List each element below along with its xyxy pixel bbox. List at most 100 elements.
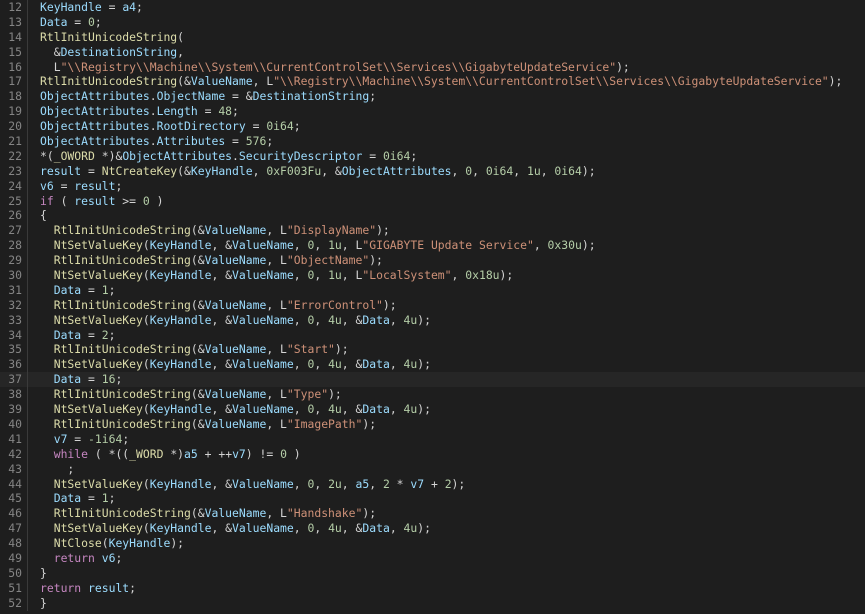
code-token: , L <box>266 253 287 268</box>
code-line[interactable]: 45 Data = 1; <box>0 491 865 507</box>
code-token: RtlInitUnicodeString <box>53 342 191 357</box>
code-text: RtlInitUnicodeString(&ValueName, L"Start… <box>40 342 349 357</box>
code-line[interactable]: 52} <box>0 595 865 611</box>
code-line[interactable]: 18 ObjectAttributes.ObjectName = &Destina… <box>0 89 865 105</box>
code-token: v7 <box>53 431 68 446</box>
code-line[interactable]: 51 return result; <box>0 580 865 596</box>
code-token: ) != <box>245 446 281 461</box>
code-token: = <box>197 104 219 119</box>
code-token: , <box>533 238 548 253</box>
code-line[interactable]: 14 RtlInitUnicodeString( <box>0 29 865 45</box>
gutter-guide <box>27 0 28 15</box>
gutter-guide <box>27 29 28 45</box>
code-line[interactable]: 17 RtlInitUnicodeString(&ValueName, L"\\R… <box>0 74 865 90</box>
code-line[interactable]: 35 RtlInitUnicodeString(&ValueName, L"St… <box>0 342 865 358</box>
line-number: 20 <box>8 119 22 134</box>
code-line[interactable]: 50} <box>0 565 865 581</box>
code-token: DestinationString <box>60 44 178 59</box>
code-line[interactable]: 31 Data = 1; <box>0 282 865 298</box>
code-token: , & <box>321 163 342 178</box>
code-line[interactable]: 12 KeyHandle = a4; <box>0 0 865 15</box>
code-token: ); <box>362 506 377 521</box>
code-token: . <box>149 134 157 149</box>
code-line[interactable]: 47 NtSetValueKey(KeyHandle, &ValueName, … <box>0 521 865 537</box>
code-token: 0 <box>280 446 287 461</box>
code-token: (& <box>190 297 205 312</box>
code-line[interactable]: 46 RtlInitUnicodeString(&ValueName, L"Ha… <box>0 506 865 522</box>
code-line[interactable]: 21 ObjectAttributes.Attributes = 576; <box>0 134 865 149</box>
code-line[interactable]: 44 NtSetValueKey(KeyHandle, &ValueName, … <box>0 476 865 492</box>
line-number: 48 <box>8 536 22 551</box>
code-line[interactable]: 37 Data = 16; <box>0 372 865 388</box>
line-number: 51 <box>8 580 22 595</box>
code-token: 1u <box>526 163 541 178</box>
code-line[interactable]: 38 RtlInitUnicodeString(&ValueName, L"Ty… <box>0 387 865 403</box>
code-token: } <box>40 565 47 580</box>
code-editor[interactable]: 12 KeyHandle = a4; 13 Data = 0; 14 RtlInitUni… <box>0 0 865 614</box>
code-line[interactable]: 23 result = NtCreateKey(&KeyHandle, 0xF00… <box>0 163 865 179</box>
code-line[interactable]: 32 RtlInitUnicodeString(&ValueName, L"Er… <box>0 297 865 313</box>
code-token: 2u <box>328 476 342 491</box>
code-token: , & <box>211 357 233 372</box>
code-token: RtlInitUnicodeString <box>53 416 191 431</box>
code-text: Data = 16; <box>40 372 123 387</box>
code-token: ; <box>129 580 137 595</box>
code-token: 1 <box>101 491 109 506</box>
code-token: ValueName <box>232 476 294 491</box>
code-line[interactable]: 19 ObjectAttributes.Length = 48; <box>0 104 865 120</box>
code-line[interactable]: 33 NtSetValueKey(KeyHandle, &ValueName, … <box>0 312 865 328</box>
code-token: "Type" <box>286 387 329 402</box>
code-line[interactable]: 30 NtSetValueKey(KeyHandle, &ValueName, … <box>0 268 865 283</box>
code-line[interactable]: 25 if ( result >= 0 ) <box>0 193 865 209</box>
code-token: NtCreateKey <box>101 163 178 178</box>
code-line[interactable]: 26 { <box>0 208 865 224</box>
code-token: , L <box>266 506 287 521</box>
line-number: 50 <box>8 565 22 580</box>
code-token: KeyHandle <box>149 268 212 283</box>
gutter-guide <box>27 312 28 328</box>
code-line[interactable]: 16 L"\\Registry\\Machine\\System\\Curren… <box>0 59 865 75</box>
code-line[interactable]: 42 while ( *((_WORD *)a5 + ++v7) != 0 ) <box>0 446 865 462</box>
code-token: "Start" <box>286 342 335 357</box>
code-line[interactable]: 36 NtSetValueKey(KeyHandle, &ValueName, … <box>0 357 865 373</box>
code-token: Data <box>362 357 390 372</box>
code-token: a4 <box>122 0 137 14</box>
code-line[interactable]: 24 v6 = result; <box>0 178 865 194</box>
code-line[interactable]: 49 return v6; <box>0 550 865 566</box>
code-token: ( <box>142 476 150 491</box>
code-line[interactable]: 28 NtSetValueKey(KeyHandle, &ValueName, … <box>0 238 865 254</box>
code-token: . <box>232 148 239 163</box>
code-token: ValueName <box>204 253 267 268</box>
code-line[interactable]: 40 RtlInitUnicodeString(&ValueName, L"Im… <box>0 416 865 432</box>
code-token: , L <box>341 238 363 253</box>
code-line[interactable]: 41 v7 = -1i64; <box>0 431 865 447</box>
code-token: = <box>101 0 123 14</box>
code-line[interactable]: 43 ; <box>0 461 865 477</box>
code-token: 576 <box>245 134 267 149</box>
code-token: NtSetValueKey <box>53 312 143 327</box>
code-line[interactable]: 22 *(_OWORD *)&ObjectAttributes.SecurityD… <box>0 148 865 164</box>
gutter-guide <box>27 431 28 447</box>
code-line[interactable]: 27 RtlInitUnicodeString(&ValueName, L"Di… <box>0 223 865 239</box>
code-token: ObjectAttributes <box>40 104 150 119</box>
code-line[interactable]: 13 Data = 0; <box>0 14 865 30</box>
code-line[interactable]: 29 RtlInitUnicodeString(&ValueName, L"Ob… <box>0 253 865 269</box>
line-number: 14 <box>8 29 22 44</box>
code-line[interactable]: 34 Data = 2; <box>0 327 865 343</box>
code-line[interactable]: 39 NtSetValueKey(KeyHandle, &ValueName, … <box>0 402 865 417</box>
code-line[interactable]: 20 ObjectAttributes.RootDirectory = 0i64; <box>0 119 865 135</box>
code-token: , L <box>266 342 287 357</box>
code-line[interactable]: 48 NtClose(KeyHandle); <box>0 536 865 551</box>
code-token: ValueName <box>204 342 267 357</box>
gutter-guide <box>27 506 28 522</box>
code-text: while ( *((_WORD *)a5 + ++v7) != 0 ) <box>40 447 301 462</box>
code-token: ); <box>376 223 390 238</box>
gutter-guide <box>27 14 28 30</box>
code-text: NtSetValueKey(KeyHandle, &ValueName, 0, … <box>40 313 431 328</box>
code-line[interactable]: 15 &DestinationString, <box>0 44 865 60</box>
line-number: 45 <box>8 491 22 506</box>
line-number: 42 <box>8 446 22 461</box>
